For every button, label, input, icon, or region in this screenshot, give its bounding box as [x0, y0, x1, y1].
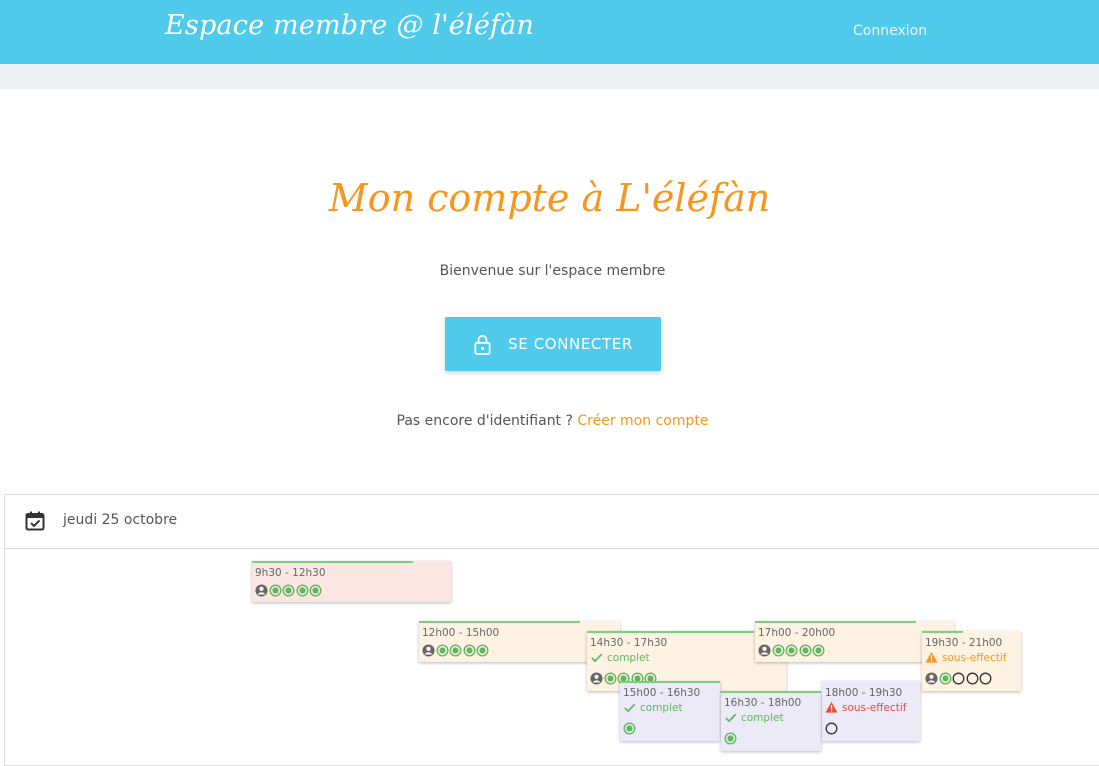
warning-icon	[925, 651, 938, 663]
shift-time: 12h00 - 15h00	[422, 627, 500, 639]
shift-slot[interactable]: 19h30 - 21h00 sous-effectif	[922, 631, 1021, 691]
create-account-link[interactable]: Créer mon compte	[577, 413, 708, 429]
shift-status-label: complet	[741, 711, 784, 724]
page-title: Mon compte à L'éléfàn	[328, 176, 771, 220]
login-link[interactable]: Connexion	[853, 23, 927, 39]
radio-filled-icon	[604, 672, 616, 685]
top-navbar: Espace membre @ l'éléfàn Connexion	[0, 0, 1099, 64]
radio-filled-icon	[282, 584, 295, 597]
shift-time: 18h00 - 19h30	[825, 687, 903, 699]
shift-status: sous-effectif	[925, 651, 1006, 664]
shift-status-label: complet	[607, 651, 650, 664]
shift-members	[255, 584, 323, 597]
shift-time: 19h30 - 21h00	[925, 637, 1003, 649]
radio-filled-icon	[463, 644, 475, 657]
shift-status-label: complet	[640, 701, 683, 714]
welcome-text: Bienvenue sur l'espace membre	[439, 263, 666, 279]
radio-filled-icon	[296, 584, 308, 597]
person-icon	[255, 584, 268, 597]
shift-time: 14h30 - 17h30	[590, 637, 668, 649]
radio-empty-icon	[966, 672, 978, 685]
shift-members	[925, 672, 993, 685]
register-line: Pas encore d'identifiant ? Créer mon com…	[0, 413, 1099, 429]
radio-empty-icon	[979, 672, 992, 685]
radio-filled-icon	[623, 722, 636, 735]
shift-members	[623, 722, 637, 735]
radio-filled-icon	[785, 644, 798, 657]
shift-status-label: sous-effectif	[942, 651, 1007, 664]
shift-slot[interactable]: 15h00 - 16h30 complet	[620, 681, 720, 741]
calendar-panel: jeudi 25 octobre 9h30 - 12h30 12h00 - 15…	[4, 494, 1099, 766]
radio-filled-icon	[939, 672, 951, 685]
shift-status: complet	[724, 711, 784, 724]
shift-time: 9h30 - 12h30	[255, 567, 326, 579]
shift-members	[758, 644, 826, 657]
radio-empty-icon	[825, 722, 838, 735]
lock-icon	[474, 334, 491, 355]
check-icon	[624, 703, 636, 713]
brand-title[interactable]: Espace membre @ l'éléfàn	[165, 10, 534, 41]
shift-members	[724, 732, 738, 745]
calendar-date: jeudi 25 octobre	[63, 512, 178, 528]
radio-filled-icon	[476, 644, 489, 657]
shift-time: 15h00 - 16h30	[623, 687, 701, 699]
no-account-text: Pas encore d'identifiant ?	[396, 413, 578, 429]
shift-time: 16h30 - 18h00	[724, 697, 802, 709]
warning-icon	[825, 701, 838, 713]
person-icon	[590, 672, 603, 685]
check-icon	[591, 653, 603, 663]
subheader-band	[0, 64, 1099, 89]
radio-empty-icon	[952, 672, 965, 685]
radio-filled-icon	[772, 644, 784, 657]
shift-slot[interactable]: 9h30 - 12h30	[252, 561, 451, 602]
person-icon	[925, 672, 938, 685]
radio-filled-icon	[812, 644, 825, 657]
shift-status: sous-effectif	[825, 701, 906, 714]
shift-members	[825, 722, 839, 735]
shift-slot[interactable]: 16h30 - 18h00 complet	[721, 691, 821, 751]
shift-time: 17h00 - 20h00	[758, 627, 836, 639]
connect-button-label: SE CONNECTER	[508, 335, 633, 353]
radio-filled-icon	[436, 644, 448, 657]
person-icon	[758, 644, 771, 657]
radio-filled-icon	[799, 644, 811, 657]
calendar-check-icon	[25, 511, 45, 531]
radio-filled-icon	[724, 732, 737, 745]
shift-slot[interactable]: 18h00 - 19h30 sous-effectif	[822, 681, 920, 741]
radio-filled-icon	[309, 584, 322, 597]
shift-status-label: sous-effectif	[842, 701, 907, 714]
calendar-header: jeudi 25 octobre	[5, 495, 1099, 549]
shift-status: complet	[623, 701, 683, 714]
shift-members	[422, 644, 490, 657]
check-icon	[725, 713, 737, 723]
connect-button[interactable]: SE CONNECTER	[445, 317, 661, 371]
radio-filled-icon	[269, 584, 281, 597]
shift-status: complet	[590, 651, 650, 664]
radio-filled-icon	[449, 644, 462, 657]
person-icon	[422, 644, 435, 657]
